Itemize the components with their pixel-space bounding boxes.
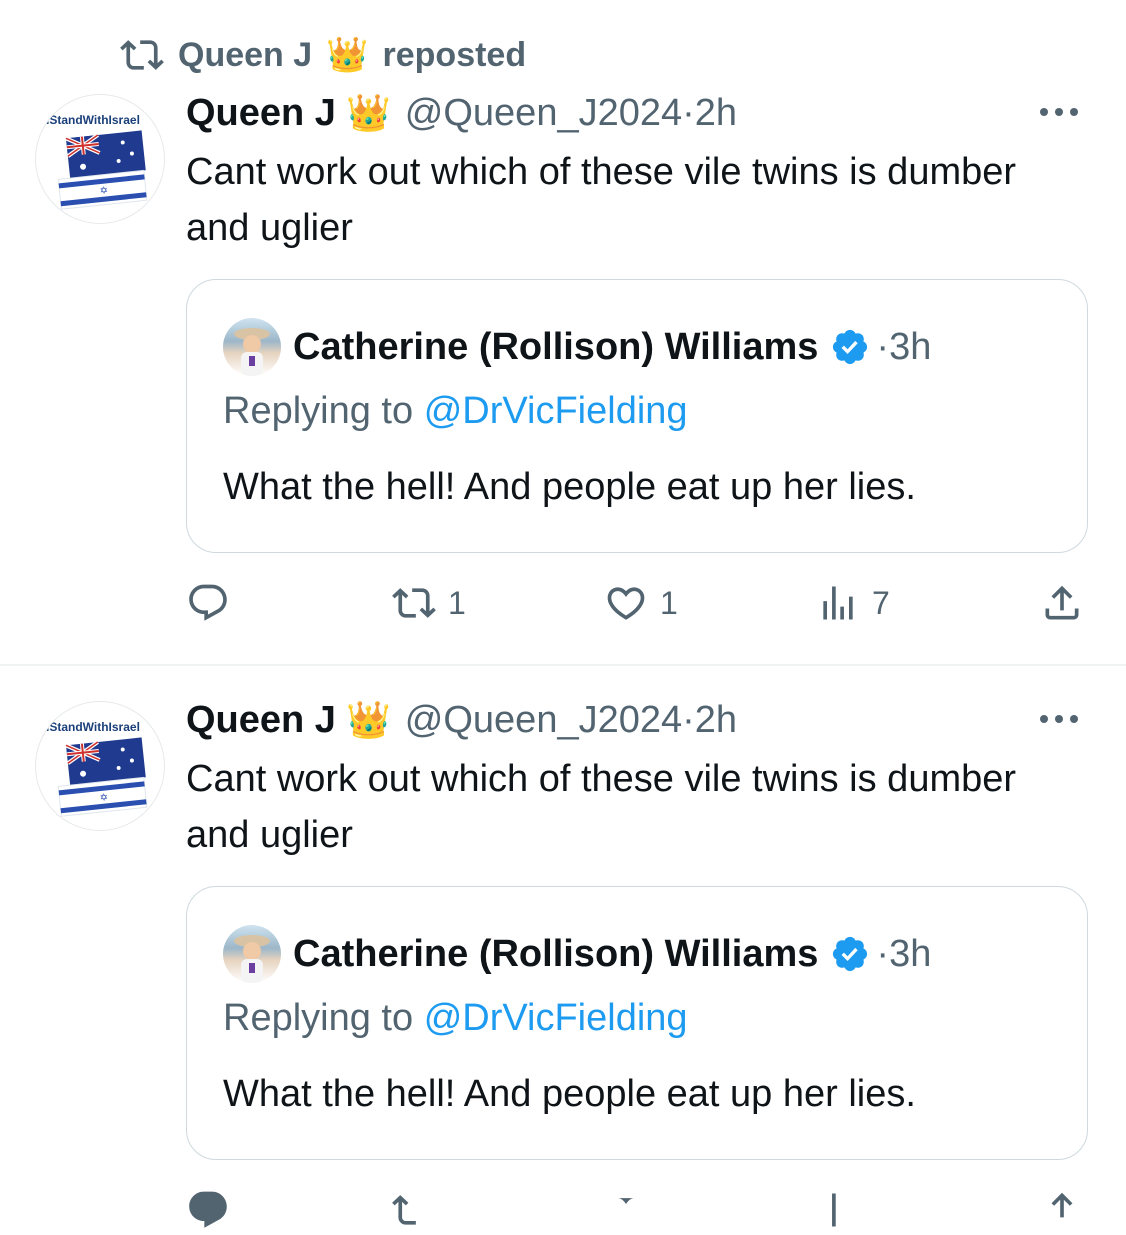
- quoted-text: What the hell! And people eat up her lie…: [223, 466, 916, 508]
- separator-dot: ·: [876, 325, 890, 368]
- author-name[interactable]: Queen J: [186, 699, 336, 742]
- crown-emoji: 👑: [345, 92, 391, 133]
- repost-button[interactable]: [392, 1185, 436, 1235]
- replying-to: Replying to @DrVicFielding: [223, 390, 688, 433]
- reply-button[interactable]: [186, 1185, 230, 1235]
- quoted-text: What the hell! And people eat up her lie…: [223, 1073, 916, 1115]
- replying-label: Replying to: [223, 997, 414, 1039]
- separator-dot: ·: [682, 698, 695, 741]
- separator-dot: ·: [876, 932, 890, 975]
- quoted-header: Catherine (Rollison) Williams · 3h: [293, 320, 931, 374]
- like-button[interactable]: [604, 1185, 648, 1235]
- verified-badge-icon: [833, 936, 868, 972]
- quoted-tweet[interactable]: Catherine (Rollison) Williams · 3h Reply…: [186, 279, 1088, 553]
- author-handle[interactable]: @Queen_J2024: [405, 699, 682, 742]
- flag-avatar-icon: ✡: [57, 130, 148, 210]
- share-button[interactable]: [1040, 1185, 1084, 1235]
- flag-avatar-icon: ✡: [57, 737, 148, 817]
- author-handle[interactable]: @Queen_J2024: [405, 92, 682, 135]
- tweet-time[interactable]: 2h: [695, 92, 737, 135]
- reply-icon: [189, 1191, 227, 1228]
- quoted-avatar[interactable]: [223, 318, 281, 376]
- tweet-time[interactable]: 2h: [695, 699, 737, 742]
- heart-icon: [617, 1198, 635, 1205]
- quoted-time[interactable]: 3h: [889, 326, 931, 369]
- quoted-time[interactable]: 3h: [889, 933, 931, 976]
- views-icon: [832, 1193, 836, 1227]
- repost-icon: [392, 1195, 416, 1225]
- views-button[interactable]: [816, 1185, 860, 1235]
- tweet-header: Queen J 👑 @Queen_J2024 · 2h: [186, 695, 737, 745]
- quoted-author-name[interactable]: Catherine (Rollison) Williams: [293, 326, 818, 369]
- tweet-header: Queen J 👑 @Queen_J2024 · 2h: [186, 88, 737, 138]
- separator-dot: ·: [682, 91, 695, 134]
- replying-to: Replying to @DrVicFielding: [223, 997, 688, 1040]
- replying-to-handle[interactable]: @DrVicFielding: [424, 390, 688, 432]
- tweet-text: Cant work out which of these vile twins …: [186, 151, 1017, 249]
- replying-label: Replying to: [223, 390, 414, 432]
- svg-text:✡: ✡: [99, 792, 108, 804]
- more-options-icon[interactable]: [1040, 709, 1090, 729]
- author-name[interactable]: Queen J: [186, 92, 336, 135]
- tweet[interactable]: IStandWithIsrael ✡ Queen J 👑 @Queen_J202…: [0, 607, 1126, 1228]
- replying-to-handle[interactable]: @DrVicFielding: [424, 997, 688, 1039]
- crown-emoji: 👑: [345, 699, 391, 740]
- quoted-tweet[interactable]: Catherine (Rollison) Williams · 3h Reply…: [186, 886, 1088, 1160]
- tweet-text: Cant work out which of these vile twins …: [186, 758, 1017, 856]
- tweet[interactable]: IStandWithIsrael ✡ Queen J 👑 @Queen_J202…: [0, 0, 1126, 621]
- verified-badge-icon: [833, 329, 868, 365]
- share-icon: [1051, 1192, 1073, 1218]
- avatar[interactable]: IStandWithIsrael ✡: [35, 94, 165, 224]
- quoted-author-name[interactable]: Catherine (Rollison) Williams: [293, 933, 818, 976]
- svg-text:✡: ✡: [99, 185, 108, 197]
- quoted-header: Catherine (Rollison) Williams · 3h: [293, 927, 931, 981]
- quoted-avatar[interactable]: [223, 925, 281, 983]
- more-options-icon[interactable]: [1040, 102, 1090, 122]
- avatar[interactable]: IStandWithIsrael ✡: [35, 701, 165, 831]
- action-bar: [186, 1185, 1088, 1235]
